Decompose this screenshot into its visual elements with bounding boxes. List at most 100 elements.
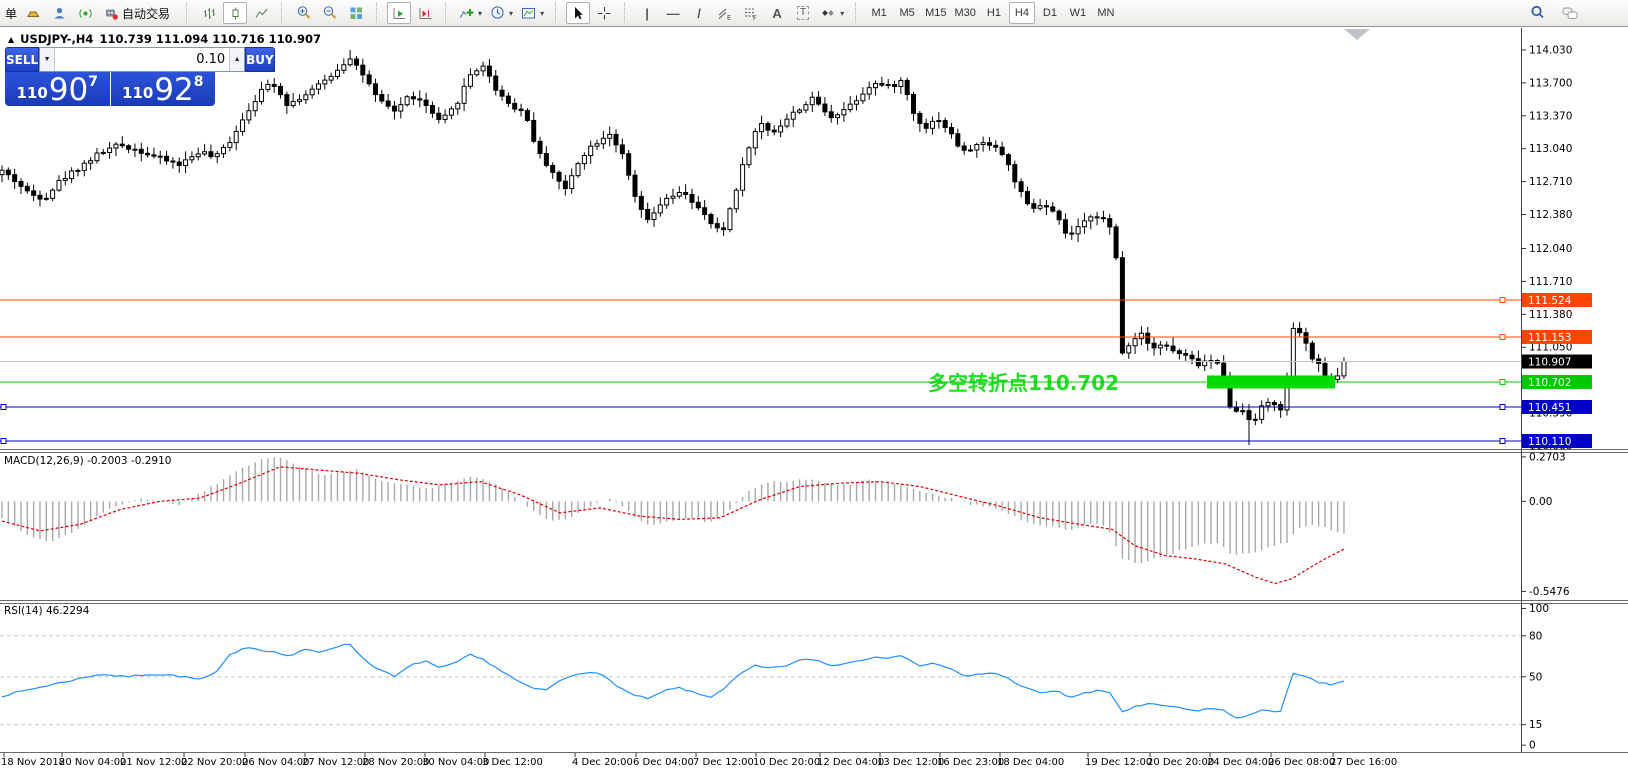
timeframe-d1[interactable]: D1 [1037,2,1063,24]
svg-text:28 Nov 20:00: 28 Nov 20:00 [362,757,429,768]
svg-text:26 Nov 04:00: 26 Nov 04:00 [242,757,309,768]
svg-text:114.030: 114.030 [1529,44,1572,56]
channel-tool[interactable]: E [713,2,737,24]
sell-price[interactable]: 110 90 7 [5,72,110,106]
line-handle[interactable] [1499,333,1506,340]
arrows-caret-icon[interactable]: ▾ [840,9,844,18]
svg-text:110.110: 110.110 [1528,436,1571,448]
horizontal-line-tool[interactable]: — [661,2,685,24]
indicators-caret-icon[interactable]: ▾ [478,9,482,18]
svg-text:0: 0 [1529,740,1536,752]
auto-scroll-icon [393,7,405,19]
svg-text:80: 80 [1529,630,1542,642]
svg-text:100: 100 [1529,603,1549,615]
periods-button[interactable]: ▾ [487,2,516,24]
zoom-in-icon [297,6,311,19]
line-handle[interactable] [0,403,7,410]
line-chart-button[interactable] [249,2,273,24]
sell-price-prefix: 110 [16,84,48,102]
lot-decrease-button[interactable]: ▼ [40,48,56,71]
text-tool[interactable]: A [765,2,789,24]
toolbar: 单 自动交易 ▾ ▾ ▾ | — / E F A T ▾ M1 M5 M15 M… [0,0,1628,27]
text-tool-icon: A [772,5,782,21]
timeframe-h1[interactable]: H1 [981,2,1007,24]
candlestick-chart-icon [232,7,239,19]
fibonacci-icon: F [745,8,757,21]
svg-text:20 Nov 04:00: 20 Nov 04:00 [59,757,126,768]
buy-price-prefix: 110 [121,84,154,102]
price-axis[interactable]: 114.030 113.700 113.370 113.040 112.710 112.3… [1521,44,1592,752]
community-button[interactable] [47,2,71,24]
timeframe-mn[interactable]: MN [1093,2,1119,24]
timeframe-m15[interactable]: M15 [922,2,949,24]
svg-text:24 Dec 04:00: 24 Dec 04:00 [1207,757,1274,768]
arrows-tool[interactable]: ▾ [817,2,847,24]
svg-text:0.2703: 0.2703 [1529,451,1566,463]
timeframe-h4[interactable]: H4 [1008,2,1035,24]
clock-icon [491,6,504,19]
tile-windows-button[interactable] [344,2,368,24]
svg-text:113.040: 113.040 [1529,143,1572,155]
bar-chart-button[interactable] [197,2,221,24]
buy-price[interactable]: 110 92 8 [110,71,215,108]
template-button[interactable]: ▾ [518,2,547,24]
line-handle[interactable] [1499,378,1506,385]
lot-increase-button[interactable]: ▲ [229,48,245,71]
chart-shift-button[interactable] [413,2,437,24]
market-watch-button[interactable] [21,2,45,24]
turning-point-annotation: 多空转折点110.702 [928,371,1119,395]
trendline-tool[interactable]: / [687,2,711,24]
search-icon[interactable] [1530,5,1546,21]
svg-text:110.907: 110.907 [1528,356,1571,368]
svg-text:12 Dec 04:00: 12 Dec 04:00 [817,757,884,768]
new-order-button[interactable]: 单 [5,5,17,22]
chart-canvas[interactable]: 多空转折点110.702 114.030 113.700 113.370 113.040… [0,0,1628,771]
template-caret-icon[interactable]: ▾ [540,9,544,18]
candlestick-chart-button[interactable] [223,2,248,24]
crosshair-button[interactable] [592,2,616,24]
line-handle[interactable] [1499,403,1506,410]
auto-scroll-button[interactable] [387,2,412,24]
tile-windows-icon [350,7,362,19]
macd-indicator-label: MACD(12,26,9) -0.2003 -0.2910 [4,455,172,467]
line-handle[interactable] [1499,296,1506,303]
svg-text:19 Dec 12:00: 19 Dec 12:00 [1085,757,1152,768]
line-chart-icon [255,8,267,18]
community-person-icon [54,7,65,18]
svg-text:111.153: 111.153 [1528,332,1571,344]
timeframe-m1[interactable]: M1 [866,2,892,24]
vertical-line-icon: | [645,5,649,21]
chart-shift-marker[interactable] [1344,29,1370,40]
fibonacci-tool[interactable]: F [739,2,763,24]
panel-separators[interactable] [0,28,1628,753]
chart-shift-icon [419,7,431,19]
chat-icon[interactable] [1562,6,1580,21]
line-handle[interactable] [0,438,7,445]
svg-text:10 Dec 20:00: 10 Dec 20:00 [753,757,820,768]
sell-price-big: 90 [48,71,89,108]
svg-text:E: E [727,13,731,21]
line-handle[interactable] [1499,438,1506,445]
sell-button[interactable]: SELL [5,47,40,72]
zoom-out-button[interactable] [318,2,342,24]
timeframe-m5[interactable]: M5 [894,2,920,24]
timeframe-m30[interactable]: M30 [952,2,979,24]
zoom-in-button[interactable] [292,2,316,24]
signals-icon [78,8,92,18]
lot-size-input[interactable] [55,48,230,71]
indicators-button[interactable]: ▾ [456,2,485,24]
periods-caret-icon[interactable]: ▾ [509,9,513,18]
timeframe-w1[interactable]: W1 [1065,2,1091,24]
svg-text:F: F [753,14,757,21]
collapse-triangle-icon[interactable]: ▲ [8,35,14,44]
label-tool[interactable]: T [791,2,815,24]
signals-button[interactable] [73,2,97,24]
vertical-line-tool[interactable]: | [635,2,659,24]
date-axis[interactable]: 18 Nov 201820 Nov 04:0021 Nov 12:0022 No… [1,753,1397,768]
svg-text:21 Nov 12:00: 21 Nov 12:00 [120,757,187,768]
buy-price-big: 92 [154,71,194,108]
turning-point-highlight-box[interactable] [1207,375,1335,389]
buy-button[interactable]: BUY [245,47,275,72]
autotrading-button[interactable]: 自动交易 [99,2,178,24]
cursor-button[interactable] [566,2,591,24]
